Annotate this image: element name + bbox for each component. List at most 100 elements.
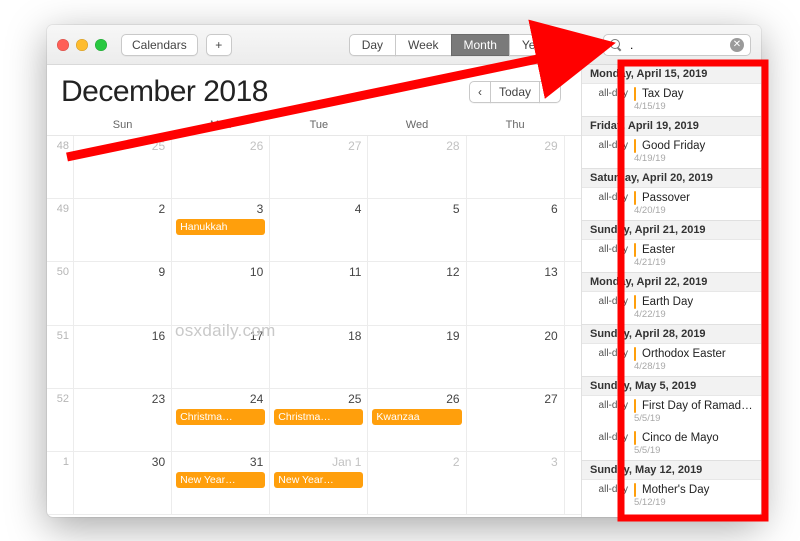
calendar-color-bar [634, 483, 636, 497]
day-cell[interactable]: 31 New Year… [171, 452, 269, 514]
day-number: 2 [158, 202, 165, 216]
day-cell[interactable]: 10 [171, 262, 269, 324]
result-subdate: 4/15/19 [582, 101, 761, 116]
day-cell[interactable]: 9 [73, 262, 171, 324]
next-month-button[interactable]: › [539, 81, 561, 103]
result-date-header: Sunday, May 12, 2019 [582, 460, 761, 480]
result-title: Cinco de Mayo [642, 431, 753, 445]
result-date-header: Sunday, April 28, 2019 [582, 324, 761, 344]
result-subdate: 4/19/19 [582, 153, 761, 168]
calendar-color-bar [634, 87, 636, 101]
result-row[interactable]: all-dayEarth Day [582, 292, 761, 309]
result-title: Orthodox Easter [642, 347, 753, 361]
result-time: all-day [590, 295, 628, 309]
view-day[interactable]: Day [349, 34, 396, 56]
result-date-header: Friday, April 19, 2019 [582, 116, 761, 136]
week-number: 49 [47, 199, 73, 261]
day-cell[interactable]: 27 [466, 389, 564, 451]
result-date-header: Sunday, April 21, 2019 [582, 220, 761, 240]
calendar-color-bar [634, 243, 636, 257]
day-cell[interactable]: 30 [73, 452, 171, 514]
close-icon[interactable] [57, 39, 69, 51]
event-pill[interactable]: Hanukkah [176, 219, 265, 235]
day-number: 11 [349, 265, 361, 279]
result-row[interactable]: all-dayPassover [582, 188, 761, 205]
result-title: Easter [642, 243, 753, 257]
day-number: 3 [551, 455, 558, 469]
result-subdate: 5/5/19 [582, 445, 761, 460]
result-subdate: 5/5/19 [582, 413, 761, 428]
day-cell[interactable]: Jan 1New Year… [269, 452, 367, 514]
day-cell[interactable]: 26Kwanzaa [367, 389, 465, 451]
view-month[interactable]: Month [451, 34, 510, 56]
day-cell[interactable]: 29 [466, 136, 564, 198]
result-row[interactable]: all-dayFirst Day of Ramadan [582, 396, 761, 413]
day-cell[interactable]: 25Christma… [269, 389, 367, 451]
result-row[interactable]: all-day Cinco de Mayo [582, 428, 761, 445]
event-pill[interactable]: New Year… [274, 472, 363, 488]
result-subdate: 4/22/19 [582, 309, 761, 324]
result-row[interactable]: all-dayEaster [582, 240, 761, 257]
zoom-icon[interactable] [95, 39, 107, 51]
result-time: all-day [590, 139, 628, 153]
day-cell[interactable]: 17 [171, 326, 269, 388]
search-field[interactable]: ✕ [603, 34, 751, 56]
day-cell[interactable]: 25 [73, 136, 171, 198]
day-number: 5 [453, 202, 460, 216]
day-number: 27 [348, 139, 361, 153]
add-button[interactable]: + [206, 34, 232, 56]
day-cell[interactable]: 18 [269, 326, 367, 388]
day-cell[interactable]: 3 [466, 452, 564, 514]
day-cell[interactable]: 16 [73, 326, 171, 388]
view-year[interactable]: Year [509, 34, 559, 56]
day-cell[interactable]: 2 [73, 199, 171, 261]
result-date-header: Monday, April 22, 2019 [582, 272, 761, 292]
calendars-button[interactable]: Calendars [121, 34, 198, 56]
result-time: all-day [590, 431, 628, 445]
calendar-color-bar [634, 399, 636, 413]
day-number: 31 [250, 455, 263, 469]
search-icon [610, 39, 622, 51]
day-cell[interactable]: 5 [367, 199, 465, 261]
result-row[interactable]: all-dayOrthodox Easter [582, 344, 761, 361]
calendar-color-bar [634, 191, 636, 205]
event-pill[interactable]: New Year… [176, 472, 265, 488]
result-row[interactable]: all-dayMother's Day [582, 480, 761, 497]
day-cell[interactable]: 2 [367, 452, 465, 514]
event-pill[interactable]: Christma… [274, 409, 363, 425]
day-cell[interactable]: 13 [466, 262, 564, 324]
calendar-color-bar [634, 347, 636, 361]
day-number: 26 [250, 139, 263, 153]
event-pill[interactable]: Kwanzaa [372, 409, 461, 425]
minimize-icon[interactable] [76, 39, 88, 51]
week-number: 1 [47, 452, 73, 514]
day-cell[interactable]: 3Hanukkah [171, 199, 269, 261]
week-number: 48 [47, 136, 73, 198]
day-cell[interactable]: 28 [367, 136, 465, 198]
search-results-panel[interactable]: Monday, April 15, 2019all-dayTax Day4/15… [581, 65, 761, 517]
day-cell[interactable]: 20 [466, 326, 564, 388]
calendar-color-bar [634, 139, 636, 153]
result-row[interactable]: all-dayTax Day [582, 84, 761, 101]
day-cell[interactable]: 19 [367, 326, 465, 388]
day-cell[interactable]: 4 [269, 199, 367, 261]
day-cell[interactable]: 24Christma… [171, 389, 269, 451]
day-cell[interactable]: 23 [73, 389, 171, 451]
day-cell[interactable]: 27 [269, 136, 367, 198]
view-week[interactable]: Week [395, 34, 451, 56]
view-segmented: Day Week Month Year [350, 34, 559, 56]
day-cell[interactable]: 12 [367, 262, 465, 324]
calendar-color-bar [634, 431, 636, 445]
day-cell[interactable]: 6 [466, 199, 564, 261]
event-pill[interactable]: Christma… [176, 409, 265, 425]
search-input[interactable] [628, 37, 724, 53]
prev-month-button[interactable]: ‹ [469, 81, 491, 103]
day-cell[interactable]: 11 [269, 262, 367, 324]
day-number: 16 [152, 329, 165, 343]
day-number: 30 [152, 455, 165, 469]
clear-search-icon[interactable]: ✕ [730, 38, 744, 52]
calendar-window: Calendars + Day Week Month Year ✕ Decemb… [47, 25, 761, 517]
today-button[interactable]: Today [490, 81, 540, 103]
day-cell[interactable]: 26 [171, 136, 269, 198]
result-row[interactable]: all-dayGood Friday [582, 136, 761, 153]
